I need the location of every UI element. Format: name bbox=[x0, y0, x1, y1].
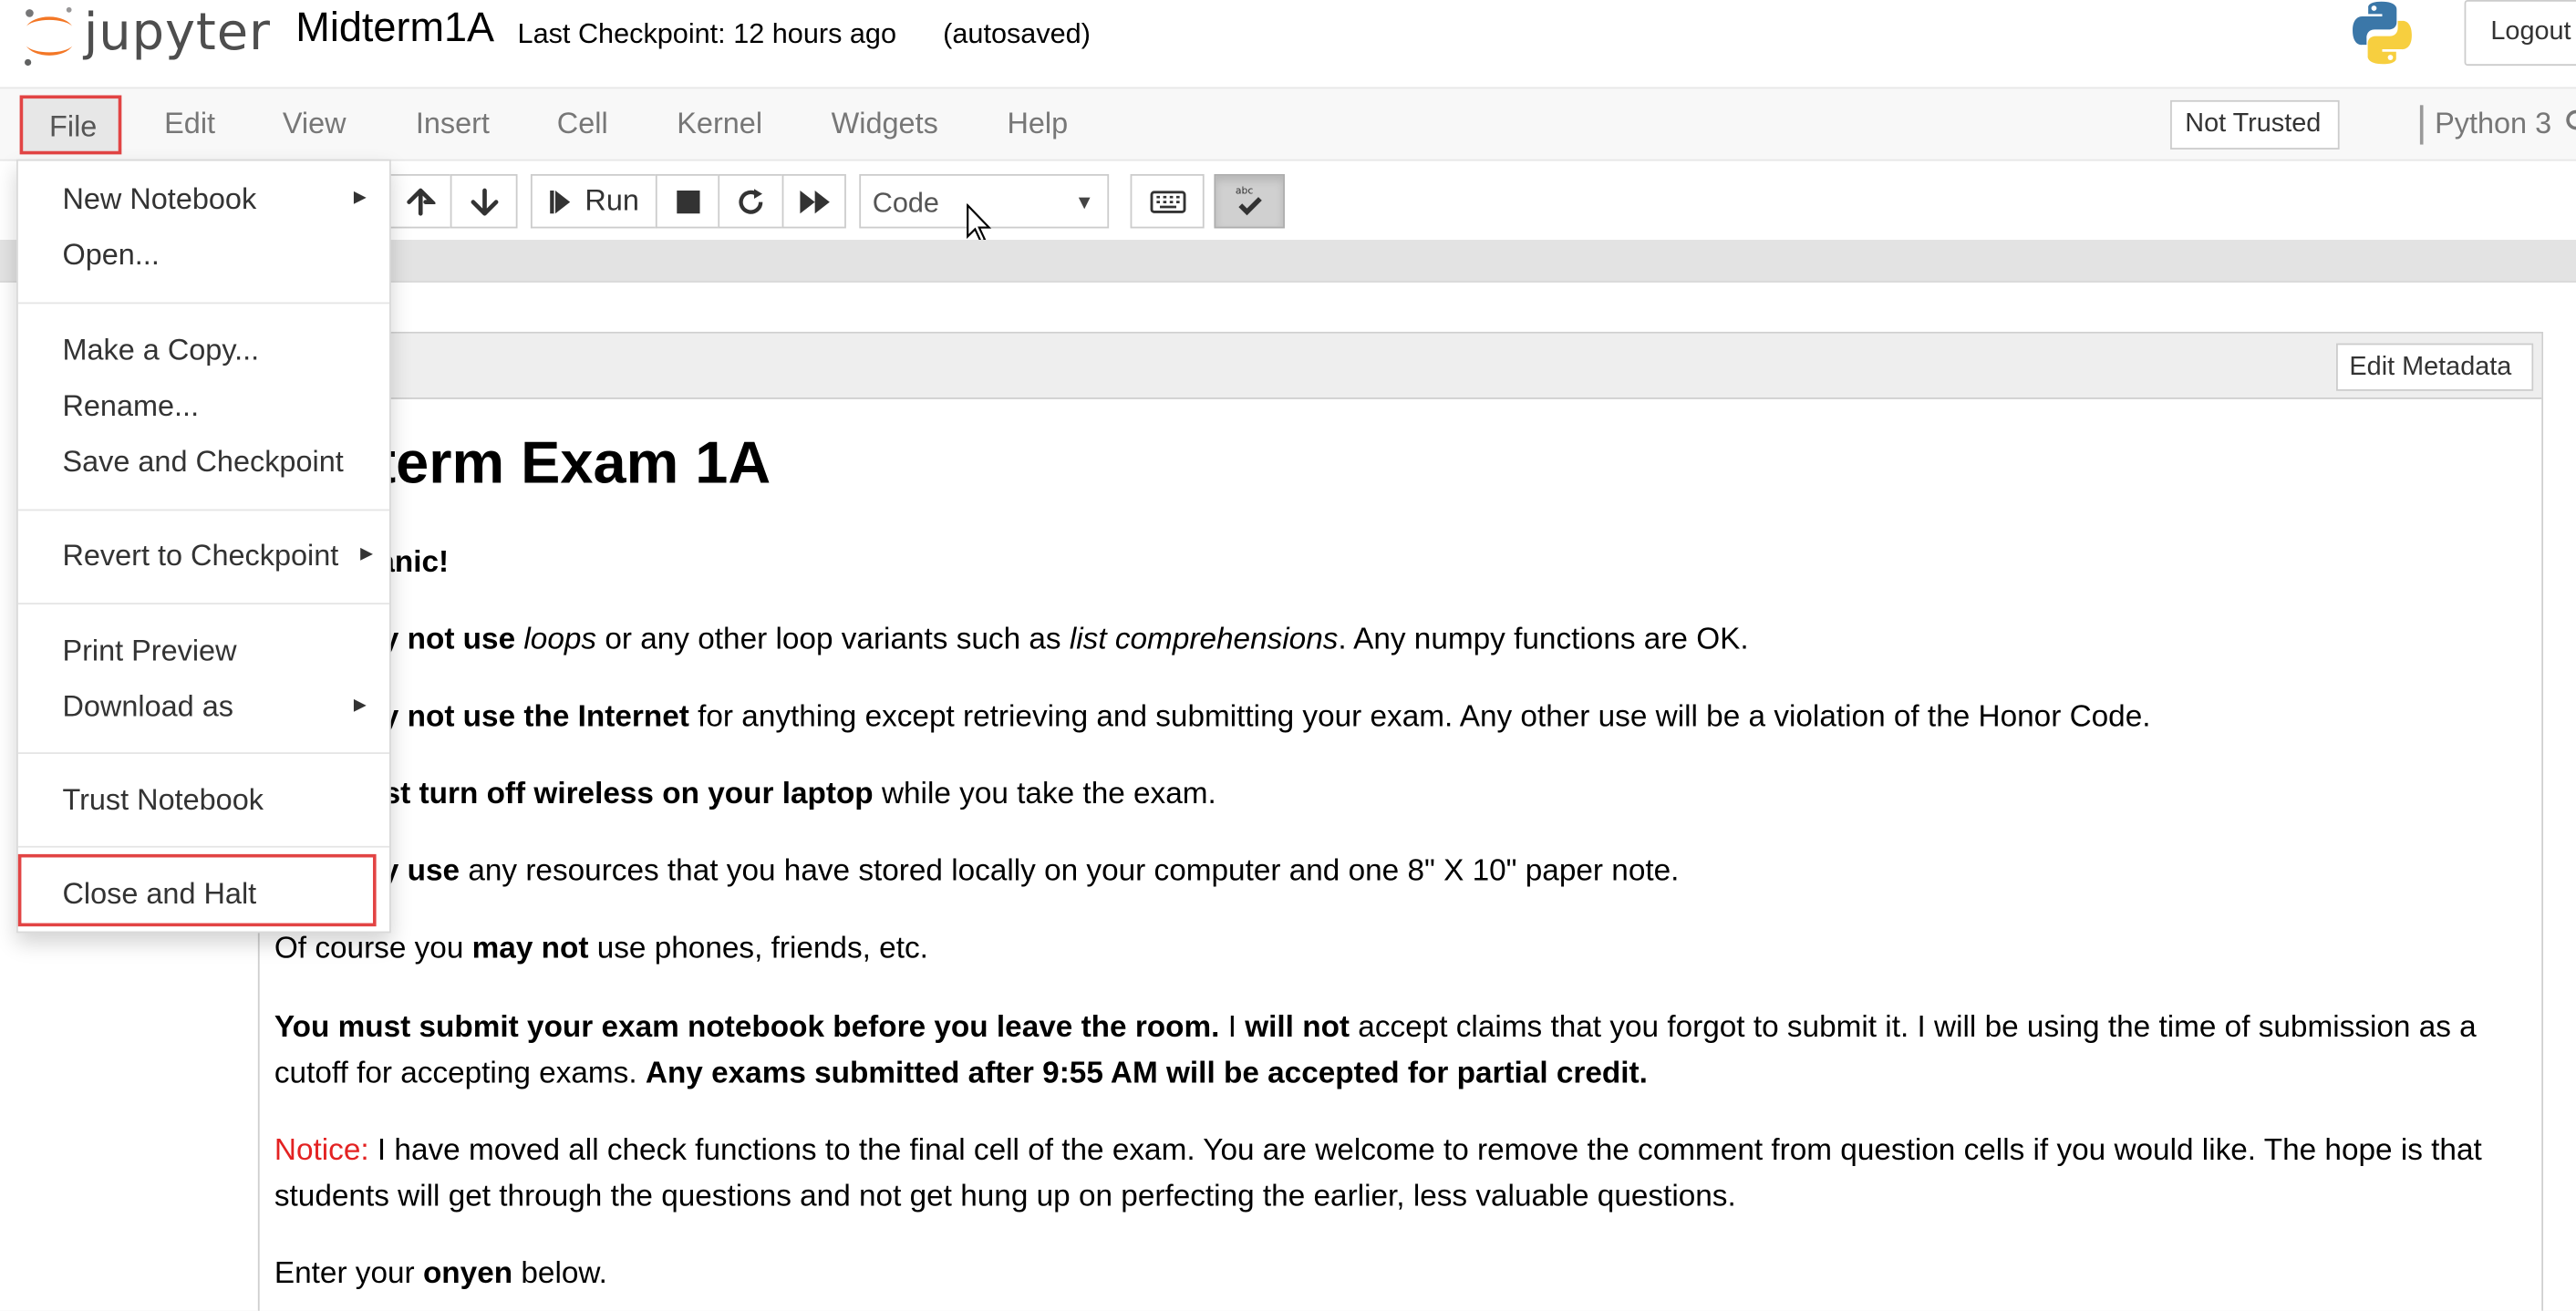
paragraph-no-loops: You may not use loops or any other loop … bbox=[274, 616, 1749, 662]
menu-file[interactable]: File bbox=[19, 95, 122, 155]
menu-view[interactable]: View bbox=[283, 107, 347, 141]
kernel-separator bbox=[2419, 105, 2424, 145]
notice-label: Notice: bbox=[274, 1131, 369, 1167]
onyen-text-1: Enter your bbox=[274, 1254, 423, 1290]
arrow-up-icon bbox=[406, 187, 435, 215]
paragraph-submit: You must submit your exam notebook befor… bbox=[274, 1004, 2509, 1096]
submit-text-1: I bbox=[1219, 1008, 1246, 1044]
submenu-caret-icon: ▶ bbox=[360, 545, 373, 563]
menu-item-print-preview[interactable]: Print Preview bbox=[62, 634, 236, 668]
paragraph-no-internet: You may not use the Internet for anythin… bbox=[274, 693, 2151, 738]
notice-text: I have moved all check functions to the … bbox=[274, 1131, 2482, 1213]
numpy-ok-text: . Any numpy functions are OK. bbox=[1338, 621, 1749, 656]
loops-italic: loops bbox=[523, 621, 597, 656]
kernel-status-icon bbox=[2566, 109, 2576, 130]
menu-item-close-halt[interactable]: Close and Halt bbox=[62, 877, 256, 912]
onyen-text-2: below. bbox=[512, 1254, 607, 1290]
stop-icon bbox=[676, 190, 699, 213]
menu-edit[interactable]: Edit bbox=[164, 107, 215, 141]
wireless-text: while you take the exam. bbox=[873, 775, 1216, 810]
restart-kernel-button[interactable] bbox=[718, 173, 782, 229]
menu-divider bbox=[17, 752, 390, 754]
kernel-name: Python 3 bbox=[2435, 107, 2552, 140]
paragraph-wireless: You must turn off wireless on your lapto… bbox=[274, 770, 1216, 816]
will-not-bold: will not bbox=[1245, 1008, 1350, 1044]
submenu-caret-icon: ▶ bbox=[353, 189, 367, 208]
onyen-bold: onyen bbox=[422, 1254, 513, 1290]
menu-item-save-checkpoint[interactable]: Save and Checkpoint bbox=[62, 445, 343, 480]
may-not-bold: may not bbox=[471, 929, 589, 965]
no-internet-text: for anything except retrieving and submi… bbox=[688, 697, 2151, 733]
menu-item-revert-checkpoint[interactable]: Revert to Checkpoint bbox=[62, 539, 338, 573]
menu-divider bbox=[17, 302, 390, 305]
cell-type-value: Code bbox=[872, 187, 939, 219]
interrupt-kernel-button[interactable] bbox=[655, 173, 719, 229]
resources-text: any resources that you have stored local… bbox=[460, 852, 1680, 887]
spellcheck-toggle-button[interactable]: abc bbox=[1214, 173, 1285, 229]
menu-item-trust-notebook[interactable]: Trust Notebook bbox=[62, 783, 264, 818]
jupyter-logo[interactable]: jupyter bbox=[20, 4, 270, 69]
edit-metadata-button[interactable]: Edit Metadata bbox=[2336, 343, 2534, 391]
python-logo-icon bbox=[2353, 1, 2412, 65]
menu-item-make-copy[interactable]: Make a Copy... bbox=[62, 334, 259, 368]
menu-divider bbox=[17, 845, 390, 848]
menu-help[interactable]: Help bbox=[1007, 107, 1068, 141]
jupyter-notebook-window: jupyter Midterm1A Last Checkpoint: 12 ho… bbox=[0, 0, 2576, 1311]
paragraph-onyen: Enter your onyen below. bbox=[274, 1250, 607, 1296]
autosave-status: (autosaved) bbox=[943, 17, 1091, 50]
phones-text-1: Of course you bbox=[274, 929, 472, 965]
step-forward-icon bbox=[550, 190, 571, 213]
command-palette-button[interactable] bbox=[1130, 173, 1205, 229]
menu-divider bbox=[17, 509, 390, 511]
file-dropdown-menu: New Notebook ▶ Open... Make a Copy... Re… bbox=[16, 159, 391, 934]
refresh-icon bbox=[739, 188, 763, 213]
svg-text:abc: abc bbox=[1235, 184, 1252, 196]
dropdown-arrow-icon: ▼ bbox=[1074, 190, 1094, 214]
list-comprehensions-italic: list comprehensions bbox=[1069, 621, 1339, 656]
logo-text: jupyter bbox=[83, 3, 271, 63]
submit-bold: You must submit your exam notebook befor… bbox=[274, 1008, 1220, 1044]
menu-item-download-as[interactable]: Download as bbox=[62, 690, 233, 725]
menu-insert[interactable]: Insert bbox=[416, 107, 490, 141]
paragraph-notice: Notice: I have moved all check functions… bbox=[274, 1127, 2509, 1219]
menu-item-rename[interactable]: Rename... bbox=[62, 389, 199, 424]
keyboard-icon bbox=[1149, 190, 1185, 212]
trust-indicator-button[interactable]: Not Trusted bbox=[2170, 99, 2340, 150]
move-cell-up-button[interactable] bbox=[388, 173, 450, 229]
no-loops-text: or any other loop variants such as bbox=[596, 621, 1070, 656]
menubar: File Edit View Insert Cell Kernel Widget… bbox=[0, 87, 2576, 161]
checkpoint-status: Last Checkpoint: 12 hours ago bbox=[517, 17, 897, 50]
move-cell-down-button[interactable] bbox=[450, 173, 518, 229]
run-cell-button[interactable]: Run bbox=[530, 173, 656, 229]
new-notebook-label: New Notebook bbox=[62, 181, 257, 216]
logout-button[interactable]: Logout bbox=[2464, 0, 2576, 67]
restart-run-all-button[interactable] bbox=[781, 173, 846, 229]
phones-text-2: use phones, friends, etc. bbox=[588, 929, 928, 965]
run-label: Run bbox=[585, 183, 639, 217]
arrow-down-icon bbox=[470, 187, 498, 215]
jupyter-logo-icon bbox=[25, 6, 73, 67]
partial-credit-bold: Any exams submitted after 9:55 AM will b… bbox=[645, 1054, 1648, 1089]
menu-widgets[interactable]: Widgets bbox=[832, 107, 938, 141]
menu-cell[interactable]: Cell bbox=[557, 107, 608, 141]
header: jupyter Midterm1A Last Checkpoint: 12 ho… bbox=[0, 0, 2576, 88]
menu-divider bbox=[17, 603, 390, 605]
spellcheck-icon: abc bbox=[1235, 184, 1261, 215]
cell-toolbar: Edit Metadata bbox=[259, 333, 2542, 399]
menu-item-open[interactable]: Open... bbox=[62, 238, 159, 273]
menu-item-new-notebook[interactable]: New Notebook bbox=[62, 182, 374, 217]
menu-kernel[interactable]: Kernel bbox=[677, 107, 762, 141]
paragraph-resources: You may use any resources that you have … bbox=[274, 848, 1680, 893]
notebook-name[interactable]: Midterm1A bbox=[295, 5, 494, 52]
fast-forward-icon bbox=[799, 190, 829, 213]
submenu-caret-icon: ▶ bbox=[353, 696, 367, 715]
